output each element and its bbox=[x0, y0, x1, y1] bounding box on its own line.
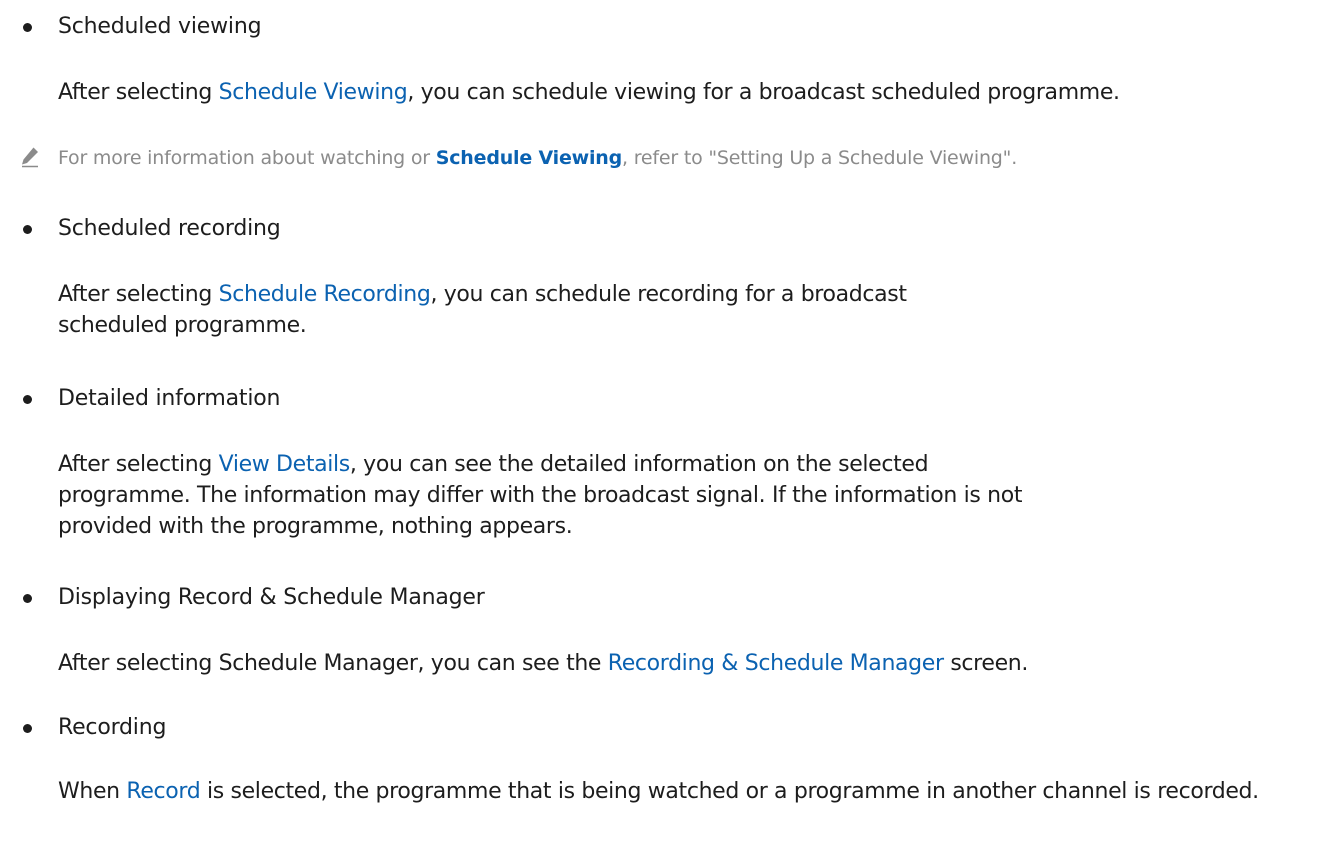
note: For more information about watching or S… bbox=[22, 145, 1017, 171]
bullet-icon bbox=[23, 724, 32, 733]
bullet-title: Displaying Record & Schedule Manager bbox=[23, 583, 485, 613]
item-description: After selecting Schedule Recording, you … bbox=[58, 282, 907, 338]
item-description: When Record is selected, the programme t… bbox=[58, 779, 1259, 804]
link-schedule-viewing-note[interactable]: Schedule Viewing bbox=[436, 147, 622, 169]
bullet-icon bbox=[23, 225, 32, 234]
bullet-title: Detailed information bbox=[23, 384, 281, 414]
item-description: After selecting Schedule Manager, you ca… bbox=[58, 651, 1028, 676]
item-title: Scheduled recording bbox=[58, 216, 281, 241]
bullet-icon bbox=[23, 395, 32, 404]
link-schedule-viewing[interactable]: Schedule Viewing bbox=[219, 80, 408, 105]
item-title: Scheduled viewing bbox=[58, 14, 262, 39]
bullet-title: Recording bbox=[23, 713, 167, 743]
link-view-details[interactable]: View Details bbox=[219, 452, 351, 477]
bullet-title: Scheduled recording bbox=[23, 214, 281, 244]
item-description: After selecting Schedule Viewing, you ca… bbox=[58, 80, 1120, 105]
bullet-icon bbox=[23, 594, 32, 603]
link-record[interactable]: Record bbox=[126, 779, 200, 804]
bullet-title: Scheduled viewing bbox=[23, 12, 262, 42]
item-title: Displaying Record & Schedule Manager bbox=[58, 585, 485, 610]
link-schedule-recording[interactable]: Schedule Recording bbox=[219, 282, 431, 307]
link-recording-schedule-manager[interactable]: Recording & Schedule Manager bbox=[608, 651, 944, 676]
item-title: Recording bbox=[58, 715, 167, 740]
document-page: Scheduled viewing After selecting Schedu… bbox=[0, 0, 1338, 843]
bullet-icon bbox=[23, 23, 32, 32]
pencil-icon bbox=[22, 147, 38, 168]
item-title: Detailed information bbox=[58, 386, 281, 411]
item-description: After selecting View Details, you can se… bbox=[58, 452, 1023, 539]
